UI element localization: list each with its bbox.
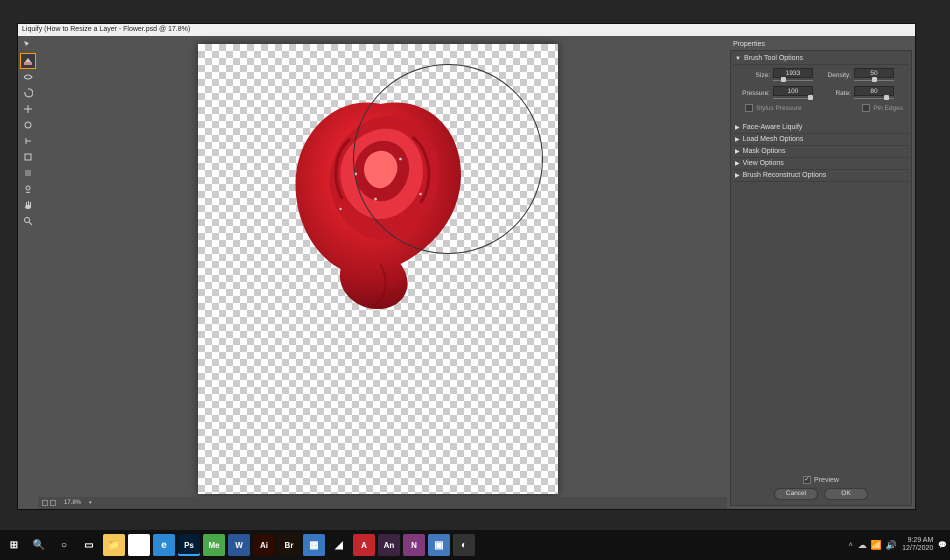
tool-smooth[interactable]: [21, 70, 35, 84]
canvas[interactable]: [198, 44, 558, 494]
size-input[interactable]: [773, 68, 813, 78]
section-label: Face-Aware Liquify: [743, 124, 803, 131]
section-label: Mask Options: [743, 148, 786, 155]
tool-freeze-mask[interactable]: [21, 150, 35, 164]
preview-row: Preview: [733, 473, 909, 487]
volume-icon[interactable]: 🔊: [886, 540, 897, 551]
section-view-options[interactable]: ▶ View Options: [733, 158, 909, 170]
panel-title: Properties: [730, 39, 912, 50]
date: 12/7/2020: [902, 545, 933, 553]
pin-edges-label: Pin Edges: [873, 105, 903, 112]
taskbar-bridge[interactable]: Br: [278, 534, 300, 556]
cancel-button[interactable]: Cancel: [774, 488, 818, 500]
brush-options-content: Size: Density: Pressure:: [733, 65, 909, 122]
triangle-right-icon: ▶: [735, 160, 740, 167]
zoom-level[interactable]: 17.8%: [64, 500, 81, 506]
section-label: View Options: [743, 160, 784, 167]
network-icon[interactable]: 📶: [871, 540, 882, 551]
pin-edges-checkbox[interactable]: [862, 104, 870, 112]
section-label: Brush Tool Options: [744, 55, 803, 62]
density-label: Density:: [816, 72, 851, 79]
taskbar-start[interactable]: ⊞: [3, 534, 25, 556]
triangle-right-icon: ▶: [735, 136, 740, 143]
windows-taskbar: ⊞🔍○▭📁◉ePsMeWAiBr▦◢AAnN▣◐ ˄ ☁ 📶 🔊 9:29 AM…: [0, 530, 950, 560]
triangle-right-icon: ▶: [735, 172, 740, 179]
notifications-icon[interactable]: 💬: [938, 541, 947, 549]
tool-reconstruct[interactable]: [21, 54, 35, 68]
liquify-dialog: Liquify (How to Resize a Layer - Flower.…: [17, 23, 916, 510]
section-mask-options[interactable]: ▶ Mask Options: [733, 146, 909, 158]
taskbar-steam[interactable]: ◢: [328, 534, 350, 556]
density-slider[interactable]: [854, 79, 894, 82]
taskbar-search[interactable]: 🔍: [28, 534, 50, 556]
tool-twirl[interactable]: [21, 86, 35, 100]
stylus-checkbox: [745, 104, 753, 112]
triangle-down-icon: ▼: [735, 56, 741, 62]
tool-bloat[interactable]: [21, 118, 35, 132]
dialog-title: Liquify (How to Resize a Layer - Flower.…: [22, 26, 190, 33]
rate-slider[interactable]: [854, 97, 894, 100]
taskbar-mediaencoder[interactable]: Me: [203, 534, 225, 556]
rate-label: Rate:: [816, 90, 851, 97]
liquify-toolbar: [18, 36, 38, 509]
section-label: Load Mesh Options: [743, 136, 804, 143]
tool-zoom[interactable]: [21, 214, 35, 228]
section-reconstruct-options[interactable]: ▶ Brush Reconstruct Options: [733, 170, 909, 182]
tool-face[interactable]: [21, 182, 35, 196]
properties-panel: Properties ▼ Brush Tool Options Size: De…: [727, 36, 915, 509]
taskbar-explorer[interactable]: 📁: [103, 534, 125, 556]
taskbar-word[interactable]: W: [228, 534, 250, 556]
preview-label: Preview: [814, 477, 839, 484]
taskbar-edge[interactable]: e: [153, 534, 175, 556]
taskbar-app1[interactable]: ▣: [428, 534, 450, 556]
section-label: Brush Reconstruct Options: [743, 172, 827, 179]
taskbar-calc[interactable]: ▦: [303, 534, 325, 556]
taskbar-photoshop[interactable]: Ps: [178, 534, 200, 556]
taskbar-cortana[interactable]: ○: [53, 534, 75, 556]
triangle-right-icon: ▶: [735, 124, 740, 131]
tool-push-left[interactable]: [21, 134, 35, 148]
taskbar-chrome[interactable]: ◉: [128, 534, 150, 556]
size-slider[interactable]: [773, 79, 813, 82]
taskbar-onenote[interactable]: N: [403, 534, 425, 556]
pressure-input[interactable]: [773, 86, 813, 96]
triangle-right-icon: ▶: [735, 148, 740, 155]
rose-image: [278, 89, 483, 309]
tool-pucker[interactable]: [21, 102, 35, 116]
ok-button[interactable]: OK: [824, 488, 868, 500]
onedrive-icon[interactable]: ☁: [858, 540, 867, 551]
clock[interactable]: 9:29 AM 12/7/2020: [902, 537, 933, 553]
taskbar-acrobat[interactable]: A: [353, 534, 375, 556]
tool-hand[interactable]: [21, 198, 35, 212]
tray-expand-icon[interactable]: ˄: [849, 542, 853, 549]
section-load-mesh[interactable]: ▶ Load Mesh Options: [733, 134, 909, 146]
zoom-dropdown-icon[interactable]: ▾: [89, 500, 92, 506]
tool-thaw-mask[interactable]: [21, 166, 35, 180]
size-label: Size:: [735, 72, 770, 79]
dialog-title-bar: Liquify (How to Resize a Layer - Flower.…: [18, 24, 915, 36]
preview-checkbox[interactable]: [803, 476, 811, 484]
tool-forward-warp[interactable]: [21, 38, 35, 52]
time: 9:29 AM: [908, 537, 934, 545]
taskbar-animate[interactable]: An: [378, 534, 400, 556]
canvas-area: 17.8% ▾: [38, 36, 727, 509]
pressure-slider[interactable]: [773, 97, 813, 100]
taskbar-app2[interactable]: ◐: [453, 534, 475, 556]
taskbar-apps: ⊞🔍○▭📁◉ePsMeWAiBr▦◢AAnN▣◐: [3, 534, 475, 556]
system-tray[interactable]: ˄ ☁ 📶 🔊 9:29 AM 12/7/2020 💬: [849, 537, 947, 553]
stylus-label: Stylus Pressure: [756, 105, 802, 112]
canvas-status-bar: 17.8% ▾: [38, 497, 727, 509]
taskbar-taskview[interactable]: ▭: [78, 534, 100, 556]
section-face-aware[interactable]: ▶ Face-Aware Liquify: [733, 122, 909, 134]
nav-boxes-icon: [42, 500, 56, 506]
taskbar-illustrator[interactable]: Ai: [253, 534, 275, 556]
section-brush-options[interactable]: ▼ Brush Tool Options: [733, 53, 909, 65]
pressure-label: Pressure:: [735, 90, 770, 97]
